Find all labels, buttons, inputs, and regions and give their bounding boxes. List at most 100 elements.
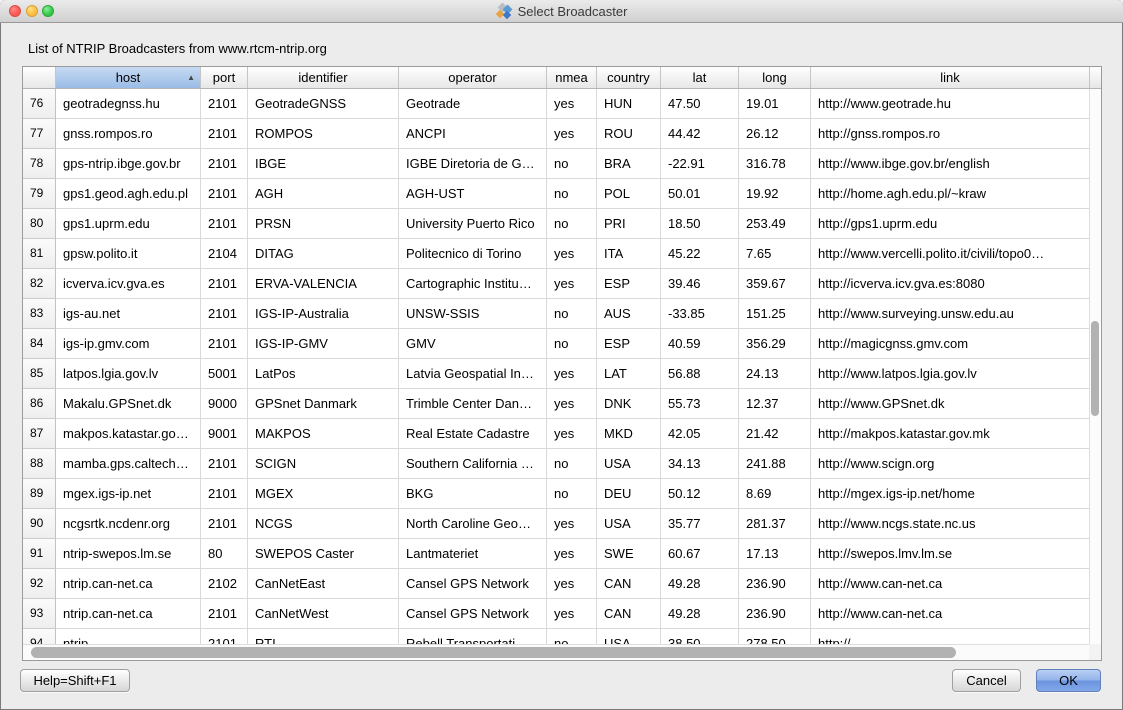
cancel-button[interactable]: Cancel bbox=[952, 669, 1021, 692]
cell-identifier: ROMPOS bbox=[248, 119, 399, 149]
cell-nmea: no bbox=[547, 209, 597, 239]
table-row[interactable]: 83igs-au.net2101IGS-IP-AustraliaUNSW-SSI… bbox=[23, 299, 1090, 329]
cell-long: 316.78 bbox=[739, 149, 811, 179]
table-row[interactable]: 81gpsw.polito.it2104DITAGPolitecnico di … bbox=[23, 239, 1090, 269]
table-row[interactable]: 90ncgsrtk.ncdenr.org2101NCGSNorth Caroli… bbox=[23, 509, 1090, 539]
horizontal-scrollbar[interactable] bbox=[23, 644, 1090, 660]
cell-port: 2104 bbox=[201, 239, 248, 269]
table-row[interactable]: 85latpos.lgia.gov.lv5001LatPosLatvia Geo… bbox=[23, 359, 1090, 389]
table-row[interactable]: 88mamba.gps.caltech…2101SCIGNSouthern Ca… bbox=[23, 449, 1090, 479]
cell-host: mamba.gps.caltech… bbox=[56, 449, 201, 479]
row-number[interactable]: 93 bbox=[23, 599, 56, 629]
vertical-scrollbar[interactable] bbox=[1089, 89, 1101, 646]
cell-country: PRI bbox=[597, 209, 661, 239]
column-header-port[interactable]: port bbox=[201, 67, 248, 88]
cell-nmea: no bbox=[547, 149, 597, 179]
cell-link: http://www.GPSnet.dk bbox=[811, 389, 1090, 419]
cell-link: http://magicgnss.gmv.com bbox=[811, 329, 1090, 359]
cell-operator: Cansel GPS Network bbox=[399, 599, 547, 629]
column-header-identifier[interactable]: identifier bbox=[248, 67, 399, 88]
cell-country: ESP bbox=[597, 269, 661, 299]
cell-nmea: no bbox=[547, 299, 597, 329]
cell-identifier: SWEPOS Caster bbox=[248, 539, 399, 569]
zoom-button[interactable] bbox=[42, 5, 54, 17]
cell-host: igs-ip.gmv.com bbox=[56, 329, 201, 359]
row-number[interactable]: 81 bbox=[23, 239, 56, 269]
row-number[interactable]: 76 bbox=[23, 89, 56, 119]
row-number[interactable]: 90 bbox=[23, 509, 56, 539]
row-number[interactable]: 85 bbox=[23, 359, 56, 389]
table-row[interactable]: 84igs-ip.gmv.com2101IGS-IP-GMVGMVnoESP40… bbox=[23, 329, 1090, 359]
row-number[interactable]: 83 bbox=[23, 299, 56, 329]
horizontal-scrollbar-thumb[interactable] bbox=[31, 647, 956, 658]
row-number[interactable]: 88 bbox=[23, 449, 56, 479]
row-number[interactable]: 86 bbox=[23, 389, 56, 419]
table-row[interactable]: 78gps-ntrip.ibge.gov.br2101IBGEIGBE Dire… bbox=[23, 149, 1090, 179]
table-row[interactable]: 86Makalu.GPSnet.dk9000GPSnet DanmarkTrim… bbox=[23, 389, 1090, 419]
table-row[interactable]: 79gps1.geod.agh.edu.pl2101AGHAGH-USTnoPO… bbox=[23, 179, 1090, 209]
cell-nmea: yes bbox=[547, 89, 597, 119]
cell-host: latpos.lgia.gov.lv bbox=[56, 359, 201, 389]
column-header-operator[interactable]: operator bbox=[399, 67, 547, 88]
column-header-label: link bbox=[940, 70, 960, 85]
cell-lat: 47.50 bbox=[661, 89, 739, 119]
cell-lat: 44.42 bbox=[661, 119, 739, 149]
cell-host: ncgsrtk.ncdenr.org bbox=[56, 509, 201, 539]
cell-operator: Latvia Geospatial In… bbox=[399, 359, 547, 389]
table-row[interactable]: 89mgex.igs-ip.net2101MGEXBKGnoDEU50.128.… bbox=[23, 479, 1090, 509]
cell-nmea: yes bbox=[547, 419, 597, 449]
cell-host: ntrip.can-net.ca bbox=[56, 569, 201, 599]
column-header-lat[interactable]: lat bbox=[661, 67, 739, 88]
table-row[interactable]: 92ntrip.can-net.ca2102CanNetEastCansel G… bbox=[23, 569, 1090, 599]
cell-link: http://www.vercelli.polito.it/civili/top… bbox=[811, 239, 1090, 269]
column-header-nmea[interactable]: nmea bbox=[547, 67, 597, 88]
cell-link: http://makpos.katastar.gov.mk bbox=[811, 419, 1090, 449]
table-row[interactable]: 76geotradegnss.hu2101GeotradeGNSSGeotrad… bbox=[23, 89, 1090, 119]
row-number[interactable]: 79 bbox=[23, 179, 56, 209]
cell-country: DEU bbox=[597, 479, 661, 509]
cell-lat: 39.46 bbox=[661, 269, 739, 299]
vertical-scrollbar-thumb[interactable] bbox=[1091, 321, 1099, 416]
column-header-rownum[interactable] bbox=[23, 67, 56, 88]
row-number[interactable]: 87 bbox=[23, 419, 56, 449]
cell-nmea: yes bbox=[547, 119, 597, 149]
row-number[interactable]: 78 bbox=[23, 149, 56, 179]
cell-operator: Trimble Center Dan… bbox=[399, 389, 547, 419]
row-number[interactable]: 77 bbox=[23, 119, 56, 149]
help-button[interactable]: Help=Shift+F1 bbox=[20, 669, 130, 692]
row-number[interactable]: 92 bbox=[23, 569, 56, 599]
cell-link: http://www.scign.org bbox=[811, 449, 1090, 479]
table-row[interactable]: 82icverva.icv.gva.es2101ERVA-VALENCIACar… bbox=[23, 269, 1090, 299]
cell-operator: Politecnico di Torino bbox=[399, 239, 547, 269]
cell-port: 2101 bbox=[201, 599, 248, 629]
table-row[interactable]: 93ntrip.can-net.ca2101CanNetWestCansel G… bbox=[23, 599, 1090, 629]
table-row[interactable]: 77gnss.rompos.ro2101ROMPOSANCPIyesROU44.… bbox=[23, 119, 1090, 149]
table-row[interactable]: 80gps1.uprm.edu2101PRSNUniversity Puerto… bbox=[23, 209, 1090, 239]
cell-operator: IGBE Diretoria de G… bbox=[399, 149, 547, 179]
cell-port: 80 bbox=[201, 539, 248, 569]
cell-link: http://swepos.lmv.lm.se bbox=[811, 539, 1090, 569]
ok-button[interactable]: OK bbox=[1036, 669, 1101, 692]
column-header-link[interactable]: link bbox=[811, 67, 1090, 88]
close-button[interactable] bbox=[9, 5, 21, 17]
row-number[interactable]: 84 bbox=[23, 329, 56, 359]
table-row[interactable]: 91ntrip-swepos.lm.se80SWEPOS CasterLantm… bbox=[23, 539, 1090, 569]
row-number[interactable]: 89 bbox=[23, 479, 56, 509]
row-number[interactable]: 82 bbox=[23, 269, 56, 299]
column-header-host[interactable]: host▲ bbox=[56, 67, 201, 88]
cell-host: icverva.icv.gva.es bbox=[56, 269, 201, 299]
table-body: 76geotradegnss.hu2101GeotradeGNSSGeotrad… bbox=[23, 89, 1090, 646]
cell-long: 359.67 bbox=[739, 269, 811, 299]
cell-long: 281.37 bbox=[739, 509, 811, 539]
row-number[interactable]: 91 bbox=[23, 539, 56, 569]
titlebar[interactable]: Select Broadcaster bbox=[0, 0, 1123, 23]
cell-port: 9000 bbox=[201, 389, 248, 419]
row-number[interactable]: 80 bbox=[23, 209, 56, 239]
column-header-country[interactable]: country bbox=[597, 67, 661, 88]
cell-lat: 40.59 bbox=[661, 329, 739, 359]
cell-nmea: yes bbox=[547, 539, 597, 569]
minimize-button[interactable] bbox=[26, 5, 38, 17]
table-row[interactable]: 87makpos.katastar.go…9001MAKPOSReal Esta… bbox=[23, 419, 1090, 449]
cell-nmea: no bbox=[547, 179, 597, 209]
column-header-long[interactable]: long bbox=[739, 67, 811, 88]
